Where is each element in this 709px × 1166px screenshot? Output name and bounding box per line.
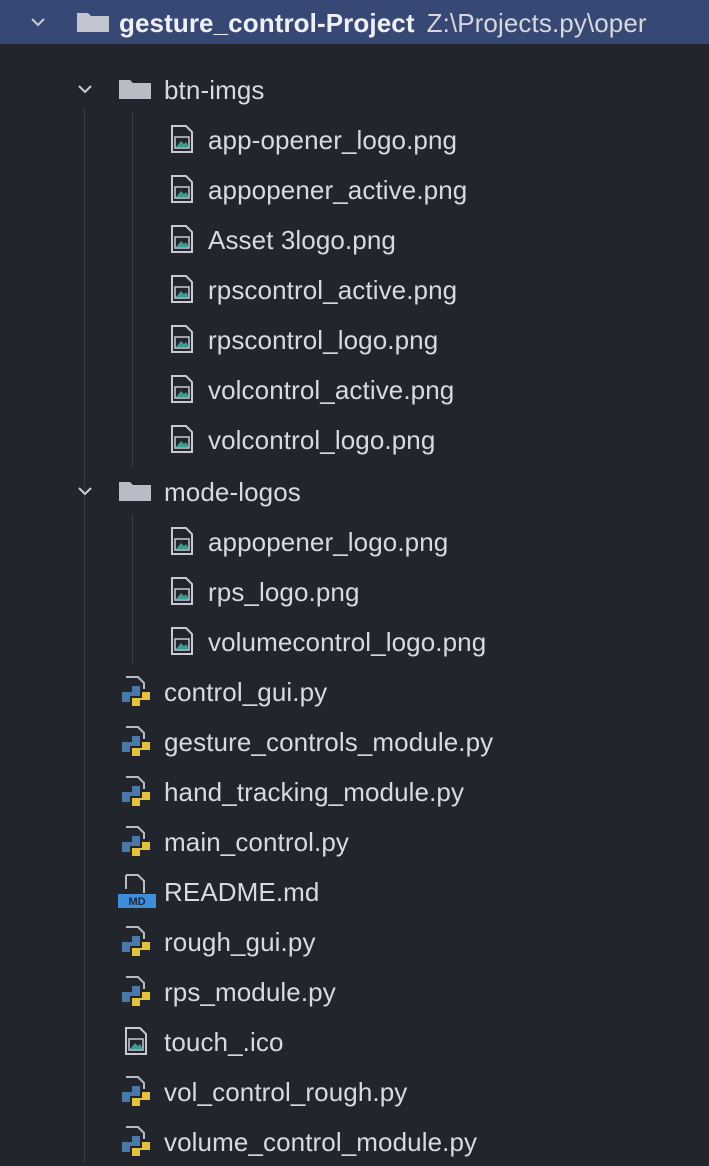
folder-icon xyxy=(76,11,110,38)
tree-file-item[interactable]: rps_module.py xyxy=(0,966,709,1016)
image-file-icon xyxy=(170,425,194,458)
file-label: rough_gui.py xyxy=(164,927,316,957)
file-label: Asset 3logo.png xyxy=(208,225,396,255)
file-label: appopener_logo.png xyxy=(208,527,449,557)
image-file-icon xyxy=(170,275,194,308)
file-label: main_control.py xyxy=(164,827,350,857)
python-file-icon xyxy=(120,1126,158,1163)
tree-file-item[interactable]: rough_gui.py xyxy=(0,916,709,966)
svg-text:MD: MD xyxy=(128,896,145,908)
tree-file-item[interactable]: appopener_active.png xyxy=(0,164,709,214)
tree-file-item[interactable]: rpscontrol_logo.png xyxy=(0,314,709,364)
folder-label: btn-imgs xyxy=(164,75,265,105)
file-label: rps_logo.png xyxy=(208,577,360,607)
image-file-icon xyxy=(170,627,194,660)
image-file-icon xyxy=(170,527,194,560)
tree-file-item[interactable]: Asset 3logo.png xyxy=(0,214,709,264)
image-file-icon xyxy=(170,577,194,610)
markdown-file-icon: MD xyxy=(118,874,158,913)
tree-file-item[interactable]: appopener_logo.png xyxy=(0,516,709,566)
tree-file-item[interactable]: control_gui.py xyxy=(0,666,709,716)
file-label: appopener_active.png xyxy=(208,175,468,205)
file-label: rpscontrol_logo.png xyxy=(208,325,439,355)
tree-file-item[interactable]: volumecontrol_logo.png xyxy=(0,616,709,666)
file-label: touch_.ico xyxy=(164,1027,284,1057)
chevron-down-icon[interactable] xyxy=(76,80,94,98)
file-label: rps_module.py xyxy=(164,977,336,1007)
tree-file-item[interactable]: vol_control_rough.py xyxy=(0,1066,709,1116)
root-label: gesture_control-Project Z:\Projects.py\op… xyxy=(119,8,647,39)
image-file-icon xyxy=(170,375,194,408)
tree-file-item[interactable]: rps_logo.png xyxy=(0,566,709,616)
tree-file-item[interactable]: main_control.py xyxy=(0,816,709,866)
file-label: vol_control_rough.py xyxy=(164,1077,408,1107)
image-file-icon xyxy=(170,175,194,208)
chevron-down-icon[interactable] xyxy=(29,13,47,31)
file-label: gesture_controls_module.py xyxy=(164,727,494,757)
chevron-down-icon[interactable] xyxy=(76,482,94,500)
tree-folder-mode-logos[interactable]: mode-logos xyxy=(0,466,709,516)
image-file-icon xyxy=(170,125,194,158)
image-file-icon xyxy=(124,1027,148,1060)
image-file-icon xyxy=(170,225,194,258)
tree-file-item[interactable]: gesture_controls_module.py xyxy=(0,716,709,766)
file-label: README.md xyxy=(164,877,320,907)
tree-item-root[interactable]: gesture_control-Project Z:\Projects.py\op… xyxy=(0,0,709,44)
file-label: volume_control_module.py xyxy=(164,1127,478,1157)
folder-icon xyxy=(118,78,152,105)
tree-file-item[interactable]: MD README.md xyxy=(0,866,709,916)
tree-file-item[interactable]: touch_.ico xyxy=(0,1016,709,1066)
python-file-icon xyxy=(120,676,158,713)
tree-folder-btn-imgs[interactable]: btn-imgs xyxy=(0,64,709,114)
folder-label: mode-logos xyxy=(164,477,301,507)
tree-file-item[interactable]: hand_tracking_module.py xyxy=(0,766,709,816)
python-file-icon xyxy=(120,726,158,763)
file-label: volumecontrol_logo.png xyxy=(208,627,487,657)
file-label: control_gui.py xyxy=(164,677,328,707)
file-label: app-opener_logo.png xyxy=(208,125,458,155)
folder-icon xyxy=(118,480,152,507)
file-label: volcontrol_active.png xyxy=(208,375,455,405)
tree-file-item[interactable]: volcontrol_logo.png xyxy=(0,414,709,464)
image-file-icon xyxy=(170,325,194,358)
python-file-icon xyxy=(120,976,158,1013)
file-label: rpscontrol_active.png xyxy=(208,275,458,305)
tree-file-item[interactable]: volcontrol_active.png xyxy=(0,364,709,414)
project-tree-panel: gesture_control-Project Z:\Projects.py\op… xyxy=(0,0,709,1162)
root-folder-path: Z:\Projects.py\oper xyxy=(426,8,647,38)
python-file-icon xyxy=(120,826,158,863)
python-file-icon xyxy=(120,1076,158,1113)
python-file-icon xyxy=(120,926,158,963)
tree-file-item[interactable]: rpscontrol_active.png xyxy=(0,264,709,314)
file-label: hand_tracking_module.py xyxy=(164,777,465,807)
tree-file-item[interactable]: volume_control_module.py xyxy=(0,1116,709,1166)
tree-file-item[interactable]: app-opener_logo.png xyxy=(0,114,709,164)
root-folder-name: gesture_control-Project xyxy=(119,8,415,38)
python-file-icon xyxy=(120,776,158,813)
file-label: volcontrol_logo.png xyxy=(208,425,436,455)
